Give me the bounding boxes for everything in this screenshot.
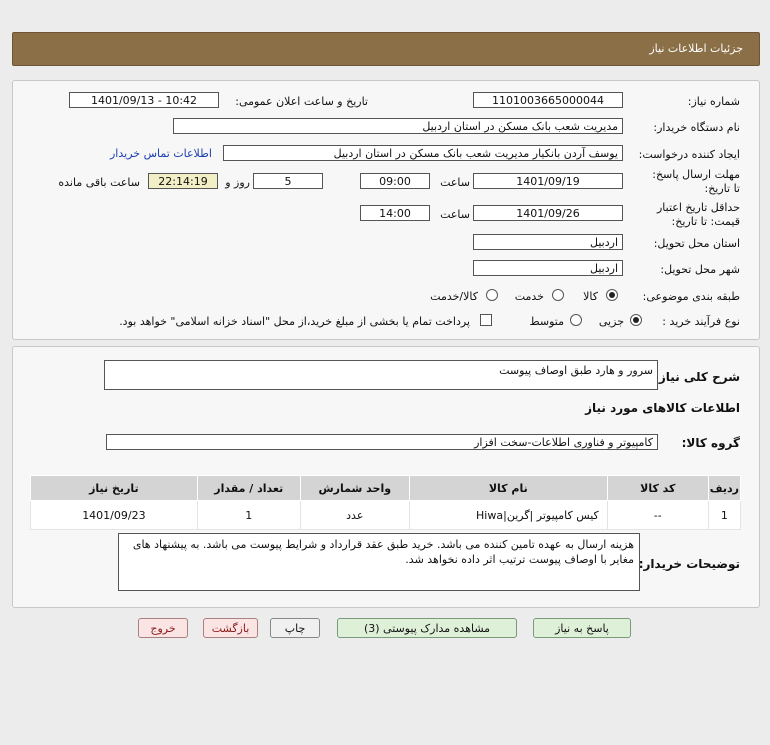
cell-name: کیس کامپیوتر |گرین|Hiwa	[408, 500, 608, 530]
summary-field: سرور و هارد طبق اوصاف پیوست	[104, 360, 658, 390]
category-radio-goods[interactable]	[606, 289, 618, 301]
cell-quantity: 1	[196, 500, 301, 530]
deadline-time-label: ساعت	[440, 176, 470, 189]
announce-label: تاریخ و ساعت اعلان عمومی:	[235, 95, 368, 108]
validity-time-field: 14:00	[360, 205, 430, 221]
goods-info-title: اطلاعات کالاهای مورد نیاز	[585, 401, 740, 415]
validity-label: حداقل تاریخ اعتبار قیمت: تا تاریخ:	[656, 201, 740, 228]
delivery-place-field: اردبیل	[473, 234, 623, 250]
process-radio-medium[interactable]	[570, 314, 582, 326]
cell-date: 1401/09/23	[30, 500, 198, 530]
buyer-org-field: مدیریت شعب بانک مسکن در استان اردبیل	[173, 118, 623, 134]
delivery-place-label: استان محل تحویل:	[653, 237, 740, 250]
remaining-time-field: 22:14:19	[148, 173, 218, 189]
process-medium-label: متوسط	[529, 315, 564, 328]
col-row: ردیف	[707, 475, 742, 501]
treasury-payment-note: پرداخت تمام یا بخشی از مبلغ خرید،از محل …	[119, 315, 470, 328]
cell-unit: عدد	[299, 500, 410, 530]
category-radio-goods-service[interactable]	[486, 289, 498, 301]
summary-label: شرح کلی نیاز:	[654, 370, 740, 384]
need-number-field: 1101003665000044	[473, 92, 623, 108]
exit-button[interactable]: خروج	[138, 618, 188, 638]
deadline-label: مهلت ارسال پاسخ: تا تاریخ:	[652, 168, 740, 195]
delivery-city-field: اردبیل	[473, 260, 623, 276]
requester-field: یوسف آردن بانکیار مدیریت شعب بانک مسکن د…	[223, 145, 623, 161]
goods-table-header: ردیف کد کالا نام کالا واحد شمارش تعداد /…	[30, 475, 742, 501]
category-radio-service[interactable]	[552, 289, 564, 301]
treasury-payment-checkbox[interactable]	[480, 314, 492, 326]
days-label: روز و	[225, 176, 250, 189]
validity-time-label: ساعت	[440, 208, 470, 221]
cell-row: 1	[707, 500, 742, 530]
col-quantity: تعداد / مقدار	[196, 475, 301, 501]
back-button[interactable]: بازگشت	[203, 618, 258, 638]
buyer-notes-label: توضیحات خریدار:	[638, 557, 740, 571]
remaining-label: ساعت باقی مانده	[58, 176, 140, 189]
buyer-org-label: نام دستگاه خریدار:	[653, 121, 740, 134]
col-date: تاریخ نیاز	[30, 475, 198, 501]
need-number-label: شماره نیاز:	[687, 95, 740, 108]
col-name: نام کالا	[408, 475, 608, 501]
reply-button[interactable]: پاسخ به نیاز	[533, 618, 631, 638]
delivery-city-label: شهر محل تحویل:	[660, 263, 740, 276]
validity-date-field: 1401/09/26	[473, 205, 623, 221]
days-field: 5	[253, 173, 323, 189]
page-title: جزئیات اطلاعات نیاز	[649, 42, 743, 55]
process-label: نوع فرآیند خرید :	[662, 315, 740, 328]
requester-label: ایجاد کننده درخواست:	[638, 148, 740, 161]
category-goods-service-label: کالا/خدمت	[430, 290, 478, 303]
announce-field: 1401/09/13 - 10:42	[69, 92, 219, 108]
goods-group-label: گروه کالا:	[681, 436, 740, 450]
process-minor-label: جزیی	[598, 315, 624, 328]
attachments-button[interactable]: مشاهده مدارک پیوستی (3)	[337, 618, 517, 638]
deadline-date-field: 1401/09/19	[473, 173, 623, 189]
category-service-label: خدمت	[514, 290, 544, 303]
deadline-time-field: 09:00	[360, 173, 430, 189]
goods-group-field: کامپیوتر و فناوری اطلاعات-سخت افزار	[106, 434, 658, 450]
process-radio-minor[interactable]	[630, 314, 642, 326]
cell-code: --	[606, 500, 709, 530]
buyer-contact-link[interactable]: اطلاعات تماس خریدار	[110, 147, 212, 160]
table-row: 1 -- کیس کامپیوتر |گرین|Hiwa عدد 1 1401/…	[30, 500, 742, 530]
goods-table: ردیف کد کالا نام کالا واحد شمارش تعداد /…	[30, 475, 742, 530]
category-goods-label: کالا	[583, 290, 598, 303]
col-code: کد کالا	[606, 475, 709, 501]
col-unit: واحد شمارش	[299, 475, 410, 501]
print-button[interactable]: چاپ	[270, 618, 320, 638]
buyer-notes-field: هزینه ارسال به عهده تامین کننده می باشد.…	[118, 533, 640, 591]
page-header: جزئیات اطلاعات نیاز	[12, 32, 760, 66]
category-label: طبقه بندی موضوعی:	[642, 290, 740, 303]
